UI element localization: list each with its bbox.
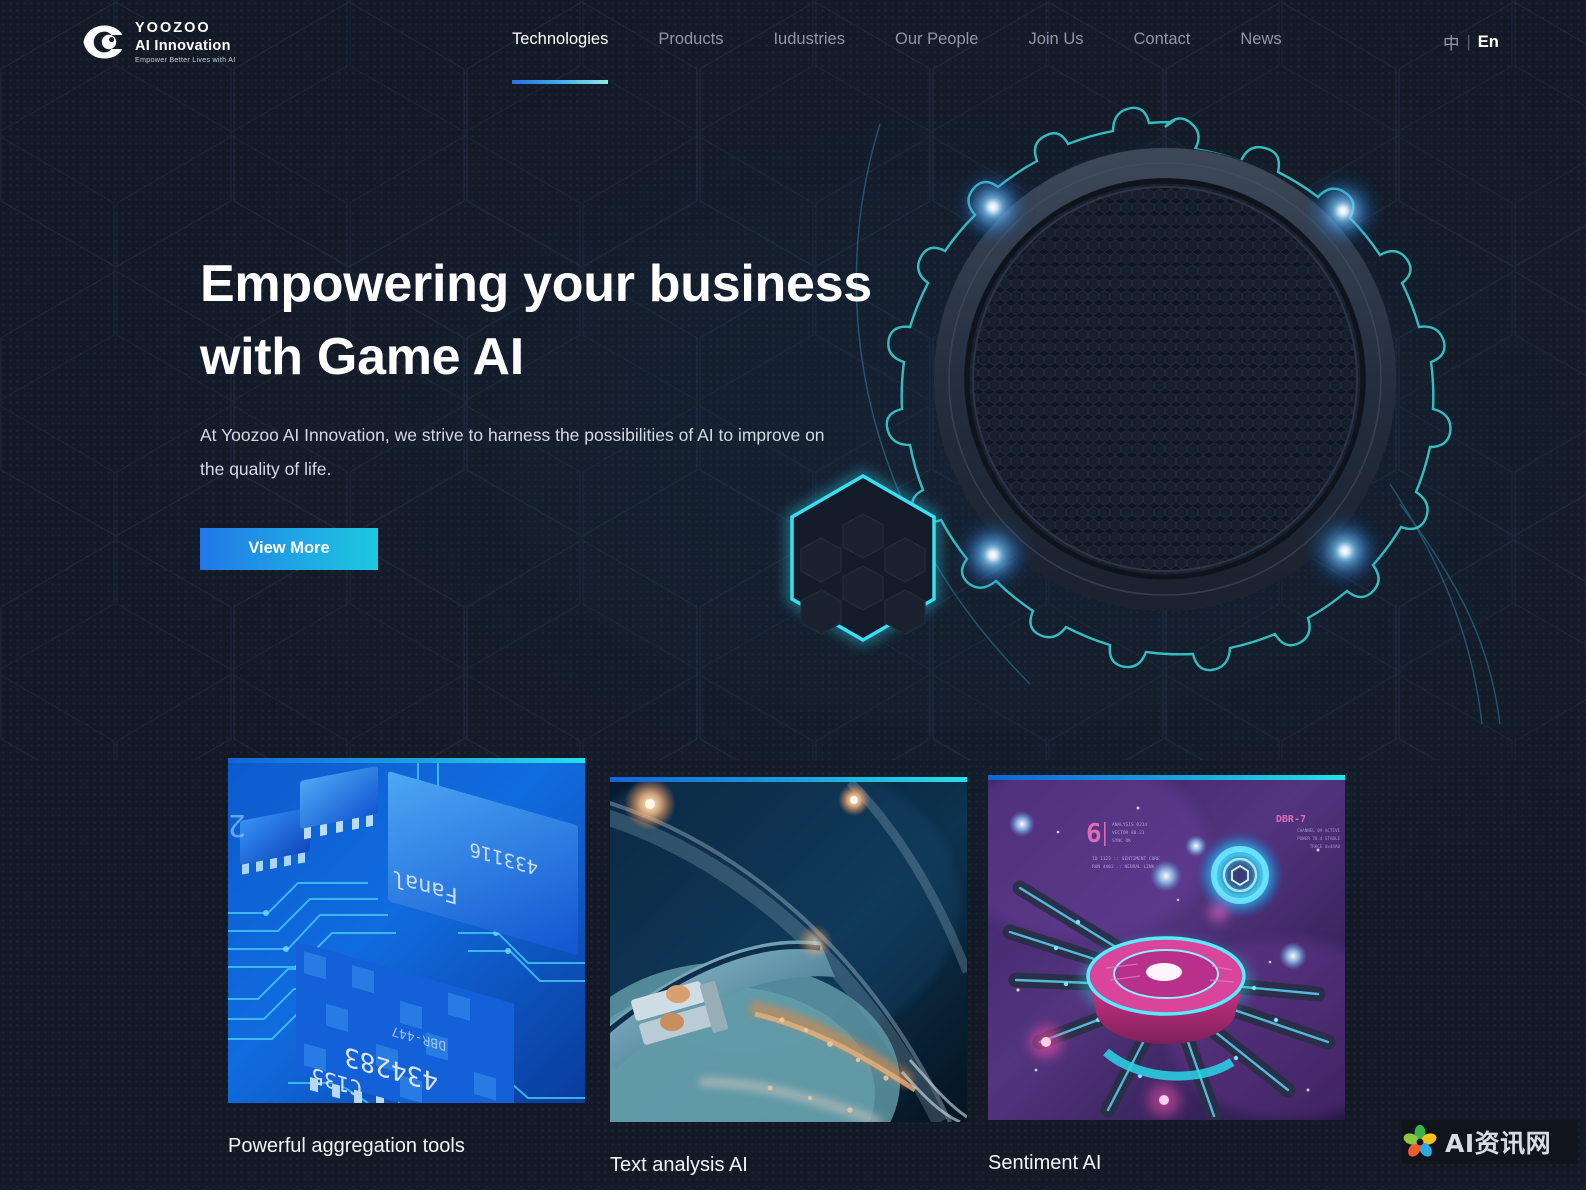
nav-item-join-us[interactable]: Join Us: [1028, 0, 1083, 84]
nav-label: Contact: [1133, 30, 1191, 48]
card-title: Powerful aggregation tools: [228, 1135, 465, 1157]
nav-label: Join Us: [1028, 30, 1084, 48]
logo-tagline: Empower Better Lives with AI: [135, 55, 236, 64]
svg-text:SYNC OK: SYNC OK: [1112, 838, 1131, 844]
svg-text:ID 1123 :: SENTIMENT CORE: ID 1123 :: SENTIMENT CORE: [1092, 856, 1160, 862]
nav-label: News: [1240, 30, 1282, 48]
svg-text:VECTOR 88.21: VECTOR 88.21: [1112, 830, 1145, 836]
nav-item-products[interactable]: Products: [658, 0, 723, 84]
nav-item-iudustries[interactable]: Iudustries: [773, 0, 845, 84]
feature-card[interactable]: Text analysis AI: [610, 777, 967, 1177]
nav-item-technologies[interactable]: Technologies: [512, 0, 609, 84]
card-title: Text analysis AI: [610, 1154, 748, 1176]
language-separator: |: [1466, 32, 1471, 51]
feature-card[interactable]: 433116 Fanal DBR-447 434283 C135 2 Power…: [228, 758, 585, 1158]
site-header: YOOZOO AI Innovation Empower Better Live…: [0, 0, 1586, 84]
logo-line-1: YOOZOO: [135, 20, 211, 36]
language-option-english[interactable]: En: [1478, 33, 1499, 52]
card-image-circuit-board: 433116 Fanal DBR-447 434283 C135 2: [228, 763, 585, 1103]
svg-text:ANALYSIS 0214: ANALYSIS 0214: [1112, 822, 1148, 828]
language-option-chinese[interactable]: 中: [1443, 30, 1460, 54]
watermark-text: AI资讯网: [1445, 1129, 1552, 1158]
site-logo[interactable]: YOOZOO AI Innovation Empower Better Live…: [82, 20, 235, 63]
main-navigation: Technologies Products Iudustries Our Peo…: [512, 0, 1282, 84]
nav-label: Technologies: [512, 30, 609, 48]
nav-label: Iudustries: [773, 30, 845, 48]
active-nav-underline: [512, 80, 609, 84]
card-image-metal-rings: [610, 782, 967, 1122]
flower-pinwheel-icon: [1403, 1124, 1437, 1157]
svg-text:CHANNEL 09 ACTIVE: CHANNEL 09 ACTIVE: [1297, 828, 1340, 833]
feature-card[interactable]: 6 ANALYSIS 0214 VECTOR 88.21 SYNC OK ID …: [988, 775, 1345, 1175]
svg-text:TRACE 0x44AB: TRACE 0x44AB: [1310, 844, 1341, 849]
nav-item-news[interactable]: News: [1240, 0, 1281, 84]
card-title: Sentiment AI: [988, 1152, 1102, 1174]
card-image-spacecraft: 6 ANALYSIS 0214 VECTOR 88.21 SYNC OK ID …: [988, 780, 1345, 1120]
feature-card-list: 433116 Fanal DBR-447 434283 C135 2 Power…: [0, 0, 1586, 1190]
nav-label: Products: [658, 30, 724, 48]
logo-wordmark: YOOZOO AI Innovation Empower Better Live…: [135, 20, 235, 63]
nav-label: Our People: [895, 30, 979, 48]
logo-line-2: AI Innovation: [135, 37, 231, 54]
language-switcher: 中 | En: [1443, 30, 1499, 54]
svg-text:RUN 4402 :: NEURAL LINK: RUN 4402 :: NEURAL LINK: [1092, 864, 1155, 870]
eye-logo-icon: [83, 25, 123, 59]
watermark: AI资讯网: [1402, 1120, 1578, 1164]
nav-item-contact[interactable]: Contact: [1134, 0, 1191, 84]
svg-text:6: 6: [1086, 819, 1102, 849]
nav-item-our-people[interactable]: Our People: [895, 0, 978, 84]
svg-text:POWER 78.4 STABLE: POWER 78.4 STABLE: [1297, 836, 1340, 841]
svg-text:DBR-7: DBR-7: [1276, 814, 1306, 825]
